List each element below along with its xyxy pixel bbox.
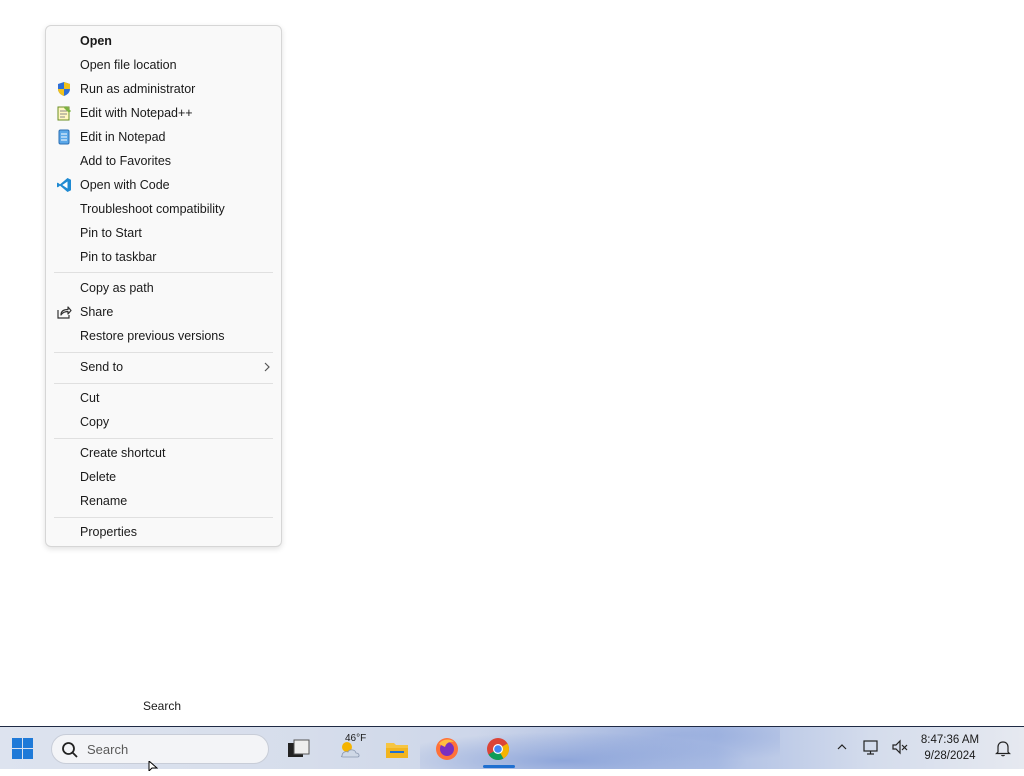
volume-muted-icon[interactable]: [891, 738, 909, 759]
menu-item-label: Open file location: [80, 58, 177, 72]
menu-item-open[interactable]: Open: [50, 29, 277, 53]
context-menu: Open Open file location Run as administr…: [45, 25, 282, 547]
chevron-up-icon[interactable]: [836, 740, 848, 757]
menu-item-share[interactable]: Share: [50, 300, 277, 324]
menu-item-send-to[interactable]: Send to: [50, 355, 277, 379]
weather-temperature: 46°F: [345, 733, 367, 744]
start-button[interactable]: [12, 738, 34, 760]
menu-item-label: Copy: [80, 415, 110, 429]
mouse-cursor-icon: [148, 758, 159, 776]
windows-logo-icon: [12, 749, 22, 759]
menu-item-label: Share: [80, 305, 114, 319]
windows-logo-icon: [23, 738, 33, 748]
menu-separator: [54, 383, 273, 384]
taskbar-wallpaper-swirl: [420, 727, 780, 769]
notepad-icon: [56, 129, 72, 145]
menu-item-label: Run as administrator: [80, 82, 196, 96]
file-explorer-icon[interactable]: [384, 736, 410, 762]
windows-logo-icon: [12, 738, 22, 748]
network-icon[interactable]: [862, 738, 880, 759]
menu-item-create-shortcut[interactable]: Create shortcut: [50, 441, 277, 465]
menu-item-label: Pin to taskbar: [80, 250, 157, 264]
menu-item-label: Open: [80, 34, 112, 48]
menu-separator: [54, 438, 273, 439]
system-clock[interactable]: 8:47:36 AM 9/28/2024: [915, 732, 985, 764]
firefox-icon[interactable]: [434, 736, 460, 762]
notepad-plus-plus-icon: [56, 105, 72, 121]
menu-item-copy[interactable]: Copy: [50, 410, 277, 434]
uac-shield-icon: [56, 81, 72, 97]
menu-item-add-to-favorites[interactable]: Add to Favorites: [50, 149, 277, 173]
search-tooltip: Search: [134, 693, 191, 719]
chrome-icon[interactable]: [485, 736, 511, 762]
vscode-icon: [56, 177, 72, 193]
menu-item-label: Copy as path: [80, 281, 154, 295]
menu-separator: [54, 352, 273, 353]
clock-time: 8:47:36 AM: [920, 734, 980, 746]
menu-item-label: Open with Code: [80, 178, 170, 192]
menu-item-delete[interactable]: Delete: [50, 465, 277, 489]
menu-item-run-as-administrator[interactable]: Run as administrator: [50, 77, 277, 101]
menu-item-edit-with-notepad-plus-plus[interactable]: Edit with Notepad++: [50, 101, 277, 125]
menu-item-label: Edit in Notepad: [80, 130, 166, 144]
menu-item-pin-to-taskbar[interactable]: Pin to taskbar: [50, 245, 277, 269]
menu-item-label: Create shortcut: [80, 446, 166, 460]
menu-item-cut[interactable]: Cut: [50, 386, 277, 410]
menu-item-label: Edit with Notepad++: [80, 106, 193, 120]
menu-item-label: Properties: [80, 525, 137, 539]
menu-item-copy-as-path[interactable]: Copy as path: [50, 276, 277, 300]
menu-separator: [54, 517, 273, 518]
menu-item-properties[interactable]: Properties: [50, 520, 277, 544]
menu-item-label: Rename: [80, 494, 128, 508]
menu-item-label: Pin to Start: [80, 226, 142, 240]
menu-item-label: Cut: [80, 391, 100, 405]
menu-item-open-with-code[interactable]: Open with Code: [50, 173, 277, 197]
search-icon: [61, 741, 79, 764]
task-view-icon[interactable]: [285, 736, 311, 762]
menu-separator: [54, 272, 273, 273]
menu-item-label: Add to Favorites: [80, 154, 172, 168]
notification-bell-icon[interactable]: [995, 739, 1011, 760]
menu-item-label: Troubleshoot compatibility: [80, 202, 225, 216]
taskbar-search-box[interactable]: Search: [51, 734, 269, 764]
menu-item-label: Delete: [80, 470, 117, 484]
windows-logo-icon: [23, 749, 33, 759]
share-icon: [56, 304, 72, 320]
menu-item-open-file-location[interactable]: Open file location: [50, 53, 277, 77]
menu-item-label: Restore previous versions: [80, 329, 225, 343]
menu-item-label: Send to: [80, 360, 124, 374]
menu-item-edit-in-notepad[interactable]: Edit in Notepad: [50, 125, 277, 149]
search-placeholder: Search: [87, 742, 129, 757]
clock-date: 9/28/2024: [924, 750, 976, 762]
menu-item-pin-to-start[interactable]: Pin to Start: [50, 221, 277, 245]
menu-item-troubleshoot-compatibility[interactable]: Troubleshoot compatibility: [50, 197, 277, 221]
menu-item-restore-previous-versions[interactable]: Restore previous versions: [50, 324, 277, 348]
menu-item-rename[interactable]: Rename: [50, 489, 277, 513]
